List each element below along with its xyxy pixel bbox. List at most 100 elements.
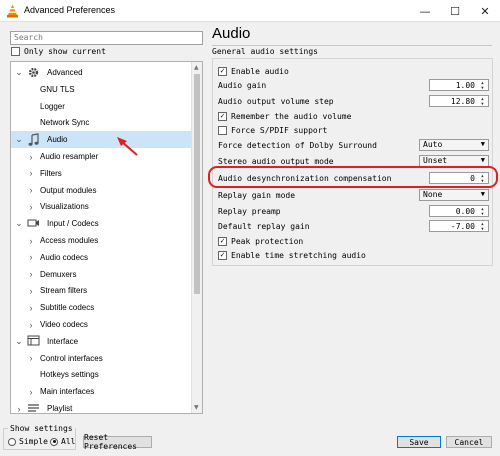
replay-preamp-spinbox[interactable]: 0.00 ▲ ▼ (429, 205, 489, 217)
chevron-right-icon[interactable]: › (27, 320, 35, 330)
chevron-right-icon[interactable]: › (27, 168, 35, 178)
scroll-up-icon[interactable]: ▲ (194, 64, 199, 71)
spin-arrows-icon[interactable]: ▲ ▼ (478, 221, 487, 231)
all-radio[interactable]: All (50, 437, 75, 446)
chevron-right-icon[interactable]: › (27, 152, 35, 162)
tree-item-label: Subtitle codecs (40, 303, 95, 313)
volume-step-label: Audio output volume step (218, 96, 334, 106)
chevron-down-icon: ▼ (480, 156, 485, 164)
dolby-label: Force detection of Dolby Surround (218, 140, 377, 150)
save-button[interactable]: Save (397, 436, 441, 448)
tree-item-label: Filters (40, 168, 62, 178)
check-icon[interactable]: ✓ (218, 250, 227, 260)
chevron-right-icon[interactable]: › (27, 185, 35, 195)
chevron-down-icon[interactable]: ⌄ (15, 67, 23, 78)
tree-item[interactable]: Logger (11, 98, 192, 115)
tree-item[interactable]: › Main interfaces (11, 383, 192, 400)
spin-arrows-icon[interactable]: ▲ ▼ (478, 80, 487, 90)
tree-item[interactable]: › Control interfaces (11, 350, 192, 367)
spin-arrows-icon[interactable]: ▲ ▼ (478, 96, 487, 106)
enable-audio-checkbox[interactable]: ✓ Enable audio (218, 65, 289, 77)
tree-item[interactable]: › Playlist (11, 400, 192, 414)
chevron-right-icon[interactable]: › (15, 404, 23, 414)
stereo-mode-value: Unset (423, 156, 448, 165)
force-spdif-checkbox[interactable]: Force S/PDIF support (218, 124, 327, 136)
search-input[interactable]: Search (10, 31, 203, 45)
check-icon[interactable]: ✓ (218, 236, 227, 246)
chevron-right-icon[interactable]: › (27, 252, 35, 262)
tree-item[interactable]: › Demuxers (11, 266, 192, 283)
volume-step-spinbox[interactable]: 12.80 ▲ ▼ (429, 95, 489, 107)
simple-radio[interactable]: Simple (8, 437, 48, 446)
scrollbar-thumb[interactable] (194, 74, 200, 294)
default-replay-label: Default replay gain (218, 221, 310, 231)
preferences-tree[interactable]: ⌄ Advanced GNU TLS Logger Network Sync ⌄ Audio… (10, 61, 203, 414)
peak-protection-label: Peak protection (231, 236, 304, 246)
spin-arrows-icon[interactable]: ▲ ▼ (478, 206, 487, 216)
check-icon[interactable]: ✓ (218, 66, 227, 76)
minimize-button[interactable]: — (410, 0, 440, 22)
tree-item-label: Access modules (40, 236, 99, 245)
tree-item[interactable]: GNU TLS (11, 81, 192, 98)
dolby-value: Auto (423, 140, 443, 149)
tree-scrollbar[interactable]: ▲ ▼ (191, 62, 202, 413)
chevron-down-icon[interactable]: ⌄ (15, 218, 23, 229)
tree-item[interactable]: ⌄ Advanced (11, 64, 192, 81)
enable-audio-label: Enable audio (231, 66, 289, 76)
replay-mode-dropdown[interactable]: None ▼ (419, 189, 489, 201)
chevron-right-icon[interactable]: › (27, 303, 35, 313)
only-show-current-checkbox[interactable]: Only show current (11, 47, 106, 56)
time-stretch-label: Enable time stretching audio (231, 250, 366, 260)
chevron-right-icon[interactable]: › (27, 269, 35, 279)
tree-item-label: Video codecs (40, 320, 88, 329)
audio-gain-spinbox[interactable]: 1.00 ▲ ▼ (429, 79, 489, 91)
tree-item-label: GNU TLS (40, 84, 75, 94)
tree-item[interactable]: › Audio codecs (11, 249, 192, 266)
all-label: All (61, 437, 76, 446)
chevron-down-icon: ▼ (480, 140, 485, 148)
tree-item[interactable]: › Visualizations (11, 198, 192, 215)
tree-item[interactable]: ⌄ Audio (11, 131, 192, 149)
tree-item-label: Network Sync (40, 118, 90, 128)
reset-preferences-button[interactable]: Reset Preferences (83, 433, 152, 451)
force-spdif-label: Force S/PDIF support (231, 125, 328, 135)
maximize-button[interactable]: ☐ (440, 0, 470, 22)
page-title: Audio (212, 25, 251, 42)
tree-item[interactable]: ⌄ Interface (11, 333, 192, 350)
volume-step-value: 12.80 (450, 97, 475, 106)
chevron-right-icon[interactable]: › (27, 202, 35, 212)
chevron-right-icon[interactable]: › (27, 353, 35, 363)
replay-mode-label: Replay gain mode (218, 190, 296, 200)
tree-item-label: Interface (47, 336, 79, 346)
tree-item[interactable]: › Video codecs (11, 316, 192, 333)
tree-item[interactable]: Hotkeys settings (11, 366, 192, 383)
peak-protection-checkbox[interactable]: ✓ Peak protection (218, 235, 303, 247)
remember-volume-label: Remember the audio volume (231, 111, 352, 121)
tree-item[interactable]: › Output modules (11, 182, 192, 199)
tree-item[interactable]: Network Sync (11, 114, 192, 131)
tree-item[interactable]: › Stream filters (11, 282, 192, 299)
cancel-button[interactable]: Cancel (446, 436, 492, 448)
remember-volume-checkbox[interactable]: ✓ Remember the audio volume (218, 110, 351, 122)
default-replay-spinbox[interactable]: -7.00 ▲ ▼ (429, 220, 489, 232)
check-icon[interactable]: ✓ (218, 111, 227, 121)
radio-icon[interactable] (8, 437, 16, 446)
chevron-right-icon[interactable]: › (27, 286, 35, 296)
checkbox-box[interactable] (218, 125, 227, 135)
chevron-down-icon[interactable]: ⌄ (15, 336, 23, 347)
chevron-down-icon[interactable]: ⌄ (15, 134, 23, 145)
dolby-dropdown[interactable]: Auto ▼ (419, 139, 489, 151)
chevron-right-icon[interactable]: › (27, 387, 35, 397)
chevron-right-icon[interactable]: › (27, 236, 35, 246)
tree-item[interactable]: › Audio resampler (11, 148, 192, 165)
tree-item-label: Playlist (47, 404, 73, 413)
radio-icon[interactable] (50, 437, 58, 446)
tree-item[interactable]: ⌄ Input / Codecs (11, 215, 192, 232)
tree-item[interactable]: › Subtitle codecs (11, 299, 192, 316)
time-stretch-checkbox[interactable]: ✓ Enable time stretching audio (218, 249, 366, 261)
scroll-down-icon[interactable]: ▼ (194, 404, 199, 411)
tree-item[interactable]: › Access modules (11, 232, 192, 249)
checkbox-box[interactable] (11, 47, 20, 56)
tree-item[interactable]: › Filters (11, 165, 192, 182)
close-button[interactable]: ✕ (470, 0, 500, 22)
